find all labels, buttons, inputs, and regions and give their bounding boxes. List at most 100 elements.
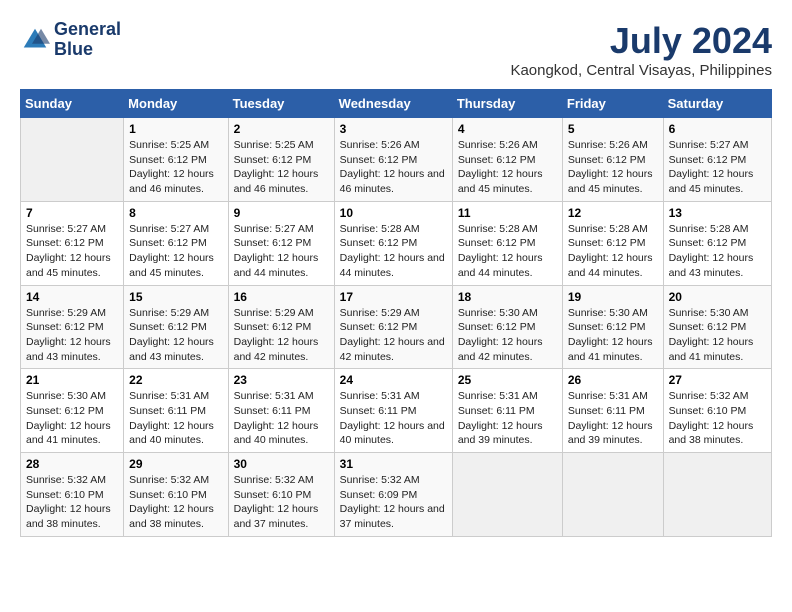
day-info: Sunrise: 5:28 AMSunset: 6:12 PMDaylight:…: [669, 222, 766, 281]
weekday-header: Tuesday: [228, 90, 334, 118]
day-number: 14: [26, 290, 118, 304]
day-number: 27: [669, 373, 766, 387]
calendar-cell: 20 Sunrise: 5:30 AMSunset: 6:12 PMDayligh…: [663, 285, 771, 369]
calendar-cell: 15Sunrise: 5:29 AMSunset: 6:12 PMDayligh…: [124, 285, 228, 369]
calendar-cell: 29Sunrise: 5:32 AMSunset: 6:10 PMDayligh…: [124, 453, 228, 537]
calendar-week-row: 7 Sunrise: 5:27 AMSunset: 6:12 PMDaylight…: [21, 201, 772, 285]
calendar-cell: 16 Sunrise: 5:29 AMSunset: 6:12 PMDayligh…: [228, 285, 334, 369]
day-info: Sunrise: 5:32 AMSunset: 6:10 PMDaylight:…: [26, 473, 118, 532]
day-number: 30: [234, 457, 329, 471]
calendar-cell: [452, 453, 562, 537]
day-number: 9: [234, 206, 329, 220]
calendar-cell: 13 Sunrise: 5:28 AMSunset: 6:12 PMDayligh…: [663, 201, 771, 285]
calendar-cell: 17 Sunrise: 5:29 AMSunset: 6:12 PMDayligh…: [334, 285, 452, 369]
day-info: Sunrise: 5:31 AMSunset: 6:11 PMDaylight:…: [340, 389, 447, 448]
calendar-cell: 5Sunrise: 5:26 AMSunset: 6:12 PMDaylight…: [562, 118, 663, 202]
day-number: 31: [340, 457, 447, 471]
day-number: 26: [568, 373, 658, 387]
day-number: 11: [458, 206, 557, 220]
calendar-cell: 27 Sunrise: 5:32 AMSunset: 6:10 PMDayligh…: [663, 369, 771, 453]
day-info: Sunrise: 5:29 AMSunset: 6:12 PMDaylight:…: [234, 306, 329, 365]
logo-icon: [20, 25, 50, 55]
calendar-cell: 10 Sunrise: 5:28 AMSunset: 6:12 PMDayligh…: [334, 201, 452, 285]
calendar-cell: 30 Sunrise: 5:32 AMSunset: 6:10 PMDayligh…: [228, 453, 334, 537]
day-number: 21: [26, 373, 118, 387]
day-number: 16: [234, 290, 329, 304]
calendar-cell: 31 Sunrise: 5:32 AMSunset: 6:09 PMDayligh…: [334, 453, 452, 537]
calendar-cell: 28 Sunrise: 5:32 AMSunset: 6:10 PMDayligh…: [21, 453, 124, 537]
day-number: 8: [129, 206, 222, 220]
calendar-cell: 11 Sunrise: 5:28 AMSunset: 6:12 PMDayligh…: [452, 201, 562, 285]
day-number: 12: [568, 206, 658, 220]
day-info: Sunrise: 5:32 AMSunset: 6:09 PMDaylight:…: [340, 473, 447, 532]
day-info: Sunrise: 5:26 AMSunset: 6:12 PMDaylight:…: [340, 138, 447, 197]
day-info: Sunrise: 5:32 AMSunset: 6:10 PMDaylight:…: [234, 473, 329, 532]
calendar-cell: 8 Sunrise: 5:27 AMSunset: 6:12 PMDaylight…: [124, 201, 228, 285]
calendar-cell: [21, 118, 124, 202]
day-info: Sunrise: 5:29 AMSunset: 6:12 PMDaylight:…: [340, 306, 447, 365]
calendar-cell: 6 Sunrise: 5:27 AMSunset: 6:12 PMDaylight…: [663, 118, 771, 202]
calendar-cell: 12 Sunrise: 5:28 AMSunset: 6:12 PMDayligh…: [562, 201, 663, 285]
calendar-cell: 14 Sunrise: 5:29 AMSunset: 6:12 PMDayligh…: [21, 285, 124, 369]
calendar-cell: 3 Sunrise: 5:26 AMSunset: 6:12 PMDaylight…: [334, 118, 452, 202]
day-info: Sunrise: 5:27 AMSunset: 6:12 PMDaylight:…: [234, 222, 329, 281]
subtitle: Kaongkod, Central Visayas, Philippines: [510, 62, 772, 79]
day-info: Sunrise: 5:30 AMSunset: 6:12 PMDaylight:…: [26, 389, 118, 448]
weekday-header: Saturday: [663, 90, 771, 118]
day-number: 2: [234, 122, 329, 136]
day-info: Sunrise: 5:32 AMSunset: 6:10 PMDaylight:…: [669, 389, 766, 448]
day-number: 28: [26, 457, 118, 471]
day-number: 25: [458, 373, 557, 387]
calendar-cell: [663, 453, 771, 537]
calendar-week-row: 28 Sunrise: 5:32 AMSunset: 6:10 PMDayligh…: [21, 453, 772, 537]
day-info: Sunrise: 5:31 AMSunset: 6:11 PMDaylight:…: [568, 389, 658, 448]
calendar-cell: 7 Sunrise: 5:27 AMSunset: 6:12 PMDaylight…: [21, 201, 124, 285]
day-number: 23: [234, 373, 329, 387]
weekday-header: Thursday: [452, 90, 562, 118]
day-info: Sunrise: 5:25 AMSunset: 6:12 PMDaylight:…: [234, 138, 329, 197]
logo-text: General Blue: [54, 20, 121, 60]
day-number: 10: [340, 206, 447, 220]
calendar-cell: 1 Sunrise: 5:25 AMSunset: 6:12 PMDaylight…: [124, 118, 228, 202]
weekday-header: Monday: [124, 90, 228, 118]
calendar-cell: 18Sunrise: 5:30 AMSunset: 6:12 PMDayligh…: [452, 285, 562, 369]
day-info: Sunrise: 5:30 AMSunset: 6:12 PMDaylight:…: [669, 306, 766, 365]
day-number: 20: [669, 290, 766, 304]
day-number: 19: [568, 290, 658, 304]
day-info: Sunrise: 5:32 AMSunset: 6:10 PMDaylight:…: [129, 473, 222, 532]
day-info: Sunrise: 5:27 AMSunset: 6:12 PMDaylight:…: [26, 222, 118, 281]
day-info: Sunrise: 5:31 AMSunset: 6:11 PMDaylight:…: [234, 389, 329, 448]
calendar-week-row: 21 Sunrise: 5:30 AMSunset: 6:12 PMDayligh…: [21, 369, 772, 453]
main-title: July 2024: [510, 20, 772, 62]
day-info: Sunrise: 5:25 AMSunset: 6:12 PMDaylight:…: [129, 138, 222, 197]
day-number: 17: [340, 290, 447, 304]
calendar-cell: [562, 453, 663, 537]
day-info: Sunrise: 5:28 AMSunset: 6:12 PMDaylight:…: [458, 222, 557, 281]
day-info: Sunrise: 5:28 AMSunset: 6:12 PMDaylight:…: [340, 222, 447, 281]
calendar-cell: 22 Sunrise: 5:31 AMSunset: 6:11 PMDayligh…: [124, 369, 228, 453]
day-number: 7: [26, 206, 118, 220]
day-info: Sunrise: 5:29 AMSunset: 6:12 PMDaylight:…: [26, 306, 118, 365]
weekday-header: Sunday: [21, 90, 124, 118]
day-info: Sunrise: 5:30 AMSunset: 6:12 PMDaylight:…: [458, 306, 557, 365]
calendar-cell: 2 Sunrise: 5:25 AMSunset: 6:12 PMDaylight…: [228, 118, 334, 202]
day-number: 13: [669, 206, 766, 220]
weekday-header-row: SundayMondayTuesdayWednesdayThursdayFrid…: [21, 90, 772, 118]
day-info: Sunrise: 5:27 AMSunset: 6:12 PMDaylight:…: [669, 138, 766, 197]
logo: General Blue: [20, 20, 121, 60]
day-info: Sunrise: 5:31 AMSunset: 6:11 PMDaylight:…: [129, 389, 222, 448]
day-number: 3: [340, 122, 447, 136]
calendar-table: SundayMondayTuesdayWednesdayThursdayFrid…: [20, 89, 772, 537]
calendar-week-row: 14 Sunrise: 5:29 AMSunset: 6:12 PMDayligh…: [21, 285, 772, 369]
day-info: Sunrise: 5:28 AMSunset: 6:12 PMDaylight:…: [568, 222, 658, 281]
title-area: July 2024 Kaongkod, Central Visayas, Phi…: [510, 20, 772, 79]
day-number: 22: [129, 373, 222, 387]
day-info: Sunrise: 5:29 AMSunset: 6:12 PMDaylight:…: [129, 306, 222, 365]
calendar-week-row: 1 Sunrise: 5:25 AMSunset: 6:12 PMDaylight…: [21, 118, 772, 202]
day-number: 6: [669, 122, 766, 136]
day-info: Sunrise: 5:27 AMSunset: 6:12 PMDaylight:…: [129, 222, 222, 281]
day-number: 4: [458, 122, 557, 136]
calendar-cell: 19Sunrise: 5:30 AMSunset: 6:12 PMDayligh…: [562, 285, 663, 369]
day-number: 1: [129, 122, 222, 136]
day-info: Sunrise: 5:26 AMSunset: 6:12 PMDaylight:…: [568, 138, 658, 197]
